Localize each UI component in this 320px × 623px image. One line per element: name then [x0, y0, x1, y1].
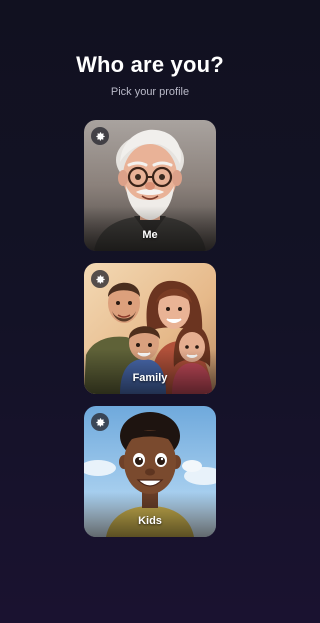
page-subtitle: Pick your profile — [110, 86, 190, 98]
profile-card-me[interactable]: Me — [84, 120, 216, 251]
profile-label-kids: Kids — [138, 515, 162, 527]
profile-label-me: Me — [142, 229, 158, 241]
profile-card-family[interactable]: Family — [84, 263, 216, 394]
profile-label-family: Family — [132, 372, 168, 384]
gear-icon[interactable] — [91, 413, 109, 431]
gear-icon[interactable] — [91, 270, 109, 288]
gear-icon[interactable] — [91, 127, 109, 145]
page-title: Who are you? — [76, 52, 224, 77]
profile-card-kids[interactable]: Kids — [84, 406, 216, 537]
